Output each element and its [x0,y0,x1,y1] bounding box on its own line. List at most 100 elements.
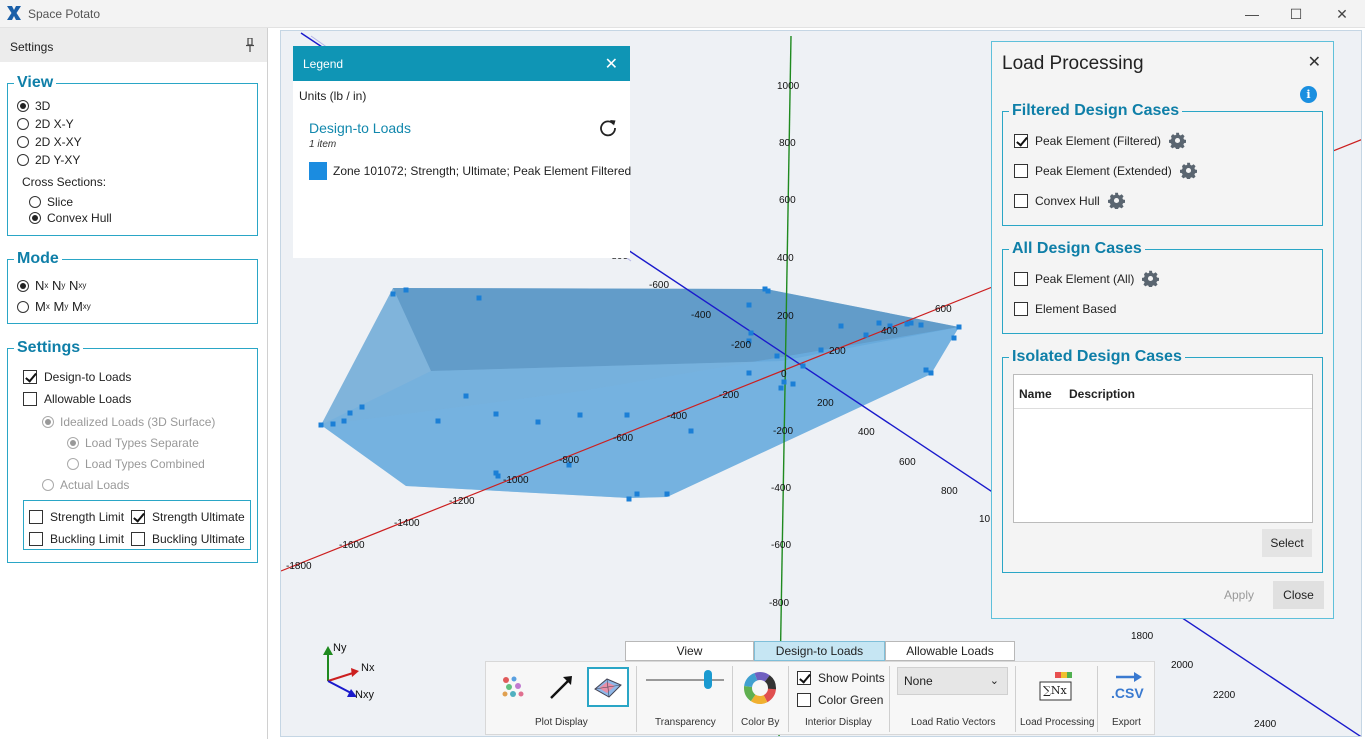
surface-plot-button[interactable] [587,667,629,707]
checkbox-checked-icon[interactable] [131,510,145,524]
checkbox-icon[interactable] [1014,271,1028,286]
buckling-limit-checkbox[interactable]: Buckling Limit [29,532,124,546]
checkbox-icon[interactable] [29,532,43,546]
radio-selected-icon[interactable] [42,416,54,428]
legend-close-button[interactable]: ✕ [605,54,618,74]
load-processing-button[interactable]: ∑Nx [1039,670,1073,702]
tab-view[interactable]: View [625,641,754,661]
data-point [390,291,396,297]
load-types-separate-radio[interactable]: Load Types Separate [67,436,199,450]
refresh-icon[interactable] [598,118,618,138]
design-to-loads-checkbox[interactable]: Design-to Loads [23,370,131,384]
radio-icon[interactable] [29,196,41,208]
strength-ultimate-checkbox[interactable]: Strength Ultimate [131,510,245,524]
buckling-ultimate-checkbox[interactable]: Buckling Ultimate [131,532,245,546]
checkbox-icon[interactable] [1014,302,1028,316]
cross-section-slice[interactable]: Slice [29,195,73,209]
checkbox-icon[interactable] [1014,193,1028,208]
checkbox-checked-icon[interactable] [797,671,811,685]
view-option-2d-x-xy[interactable]: 2D X-XY [17,135,82,149]
maximize-button[interactable]: ☐ [1273,0,1319,28]
load-types-combined-radio[interactable]: Load Types Combined [67,457,205,471]
checkbox-label: Peak Element (All) [1035,271,1135,286]
checkbox-icon[interactable] [131,532,145,546]
close-button[interactable]: Close [1273,581,1324,609]
data-point [463,393,469,399]
triad-ny-label: Ny [333,642,347,654]
column-name-header[interactable]: Name [1019,387,1052,401]
scatter-points-icon[interactable] [498,672,528,702]
minimize-button[interactable]: — [1229,0,1275,28]
radio-icon[interactable] [42,479,54,491]
radio-icon[interactable] [17,136,29,148]
radio-selected-icon[interactable] [17,279,29,292]
cross-section-convex-hull[interactable]: Convex Hull [29,211,112,225]
info-icon[interactable]: i [1300,86,1317,103]
gear-icon[interactable] [1142,270,1159,287]
color-wheel-icon[interactable] [743,671,777,705]
view-option-label: 3D [35,99,51,113]
mode-option-n[interactable]: Nx Ny Nxy [17,278,86,293]
radio-selected-icon[interactable] [29,212,41,224]
column-description-header[interactable]: Description [1069,387,1135,401]
gear-icon[interactable] [1180,162,1197,179]
select-button[interactable]: Select [1262,529,1312,557]
view-option-3d[interactable]: 3D [17,99,50,113]
gear-icon[interactable] [1108,192,1125,209]
checkbox-icon[interactable] [797,693,811,707]
element-based-checkbox[interactable]: Element Based [1014,302,1116,316]
data-point [318,422,324,428]
mode-m-b: M [53,299,65,314]
load-ratio-select[interactable]: None ⌄ [897,667,1008,695]
gear-icon[interactable] [1169,132,1186,149]
transparency-slider-thumb[interactable] [704,670,713,689]
checkbox-icon[interactable] [23,392,37,406]
bottom-tabs: View Design-to Loads Allowable Loads [625,641,1015,661]
toolbar-separator [636,666,637,732]
tab-allowable-loads[interactable]: Allowable Loads [885,641,1015,661]
data-point [778,385,784,391]
pin-icon[interactable] [245,38,255,52]
convex-hull-checkbox[interactable]: Convex Hull [1014,192,1125,209]
checkbox-checked-icon[interactable] [1014,133,1028,148]
strength-limit-checkbox[interactable]: Strength Limit [29,510,124,524]
red-axis-tick-label: -400 [667,411,687,422]
checkbox-icon[interactable] [29,510,43,524]
mode-option-m[interactable]: Mx My Mxy [17,299,91,314]
idealized-loads-radio[interactable]: Idealized Loads (3D Surface) [42,415,215,429]
peak-element-all-checkbox[interactable]: Peak Element (All) [1014,270,1159,287]
checkbox-icon[interactable] [1014,163,1028,178]
data-point [838,323,844,329]
data-point [341,418,347,424]
apply-button[interactable]: Apply [1212,581,1266,609]
radio-selected-icon[interactable] [17,100,29,112]
red-axis-tick-label: -600 [613,433,633,444]
vector-arrow-icon[interactable] [546,672,576,702]
allowable-loads-checkbox[interactable]: Allowable Loads [23,392,131,406]
view-option-2d-y-xy[interactable]: 2D Y-XY [17,153,80,167]
blue-axis-tick-label: 400 [858,427,875,438]
peak-element-extended-checkbox[interactable]: Peak Element (Extended) [1014,162,1197,179]
radio-selected-icon[interactable] [67,437,79,449]
checkbox-checked-icon[interactable] [23,370,37,384]
show-points-checkbox[interactable]: Show Points [797,671,885,685]
actual-loads-radio[interactable]: Actual Loads [42,478,129,492]
view-option-2d-x-y[interactable]: 2D X-Y [17,117,74,131]
settings-header: Settings [0,28,267,62]
radio-icon[interactable] [17,154,29,166]
close-window-button[interactable]: ✕ [1319,0,1365,28]
export-button[interactable]: .CSV [1106,670,1146,704]
radio-icon[interactable] [67,458,79,470]
isolated-cases-table[interactable]: Name Description [1013,374,1313,523]
radio-label: Load Types Combined [85,457,205,471]
red-axis-tick-label: 400 [881,326,898,337]
peak-element-filtered-checkbox[interactable]: Peak Element (Filtered) [1014,132,1186,149]
color-green-checkbox[interactable]: Color Green [797,693,883,707]
radio-icon[interactable] [17,118,29,130]
data-point [746,302,752,308]
load-processing-close-icon[interactable]: ✕ [1308,52,1321,72]
tab-design-to-loads[interactable]: Design-to Loads [754,641,885,661]
legend-entry[interactable]: Zone 101072; Strength; Ultimate; Peak El… [333,164,631,178]
radio-icon[interactable] [17,300,29,313]
transparency-slider-track[interactable] [646,679,724,681]
